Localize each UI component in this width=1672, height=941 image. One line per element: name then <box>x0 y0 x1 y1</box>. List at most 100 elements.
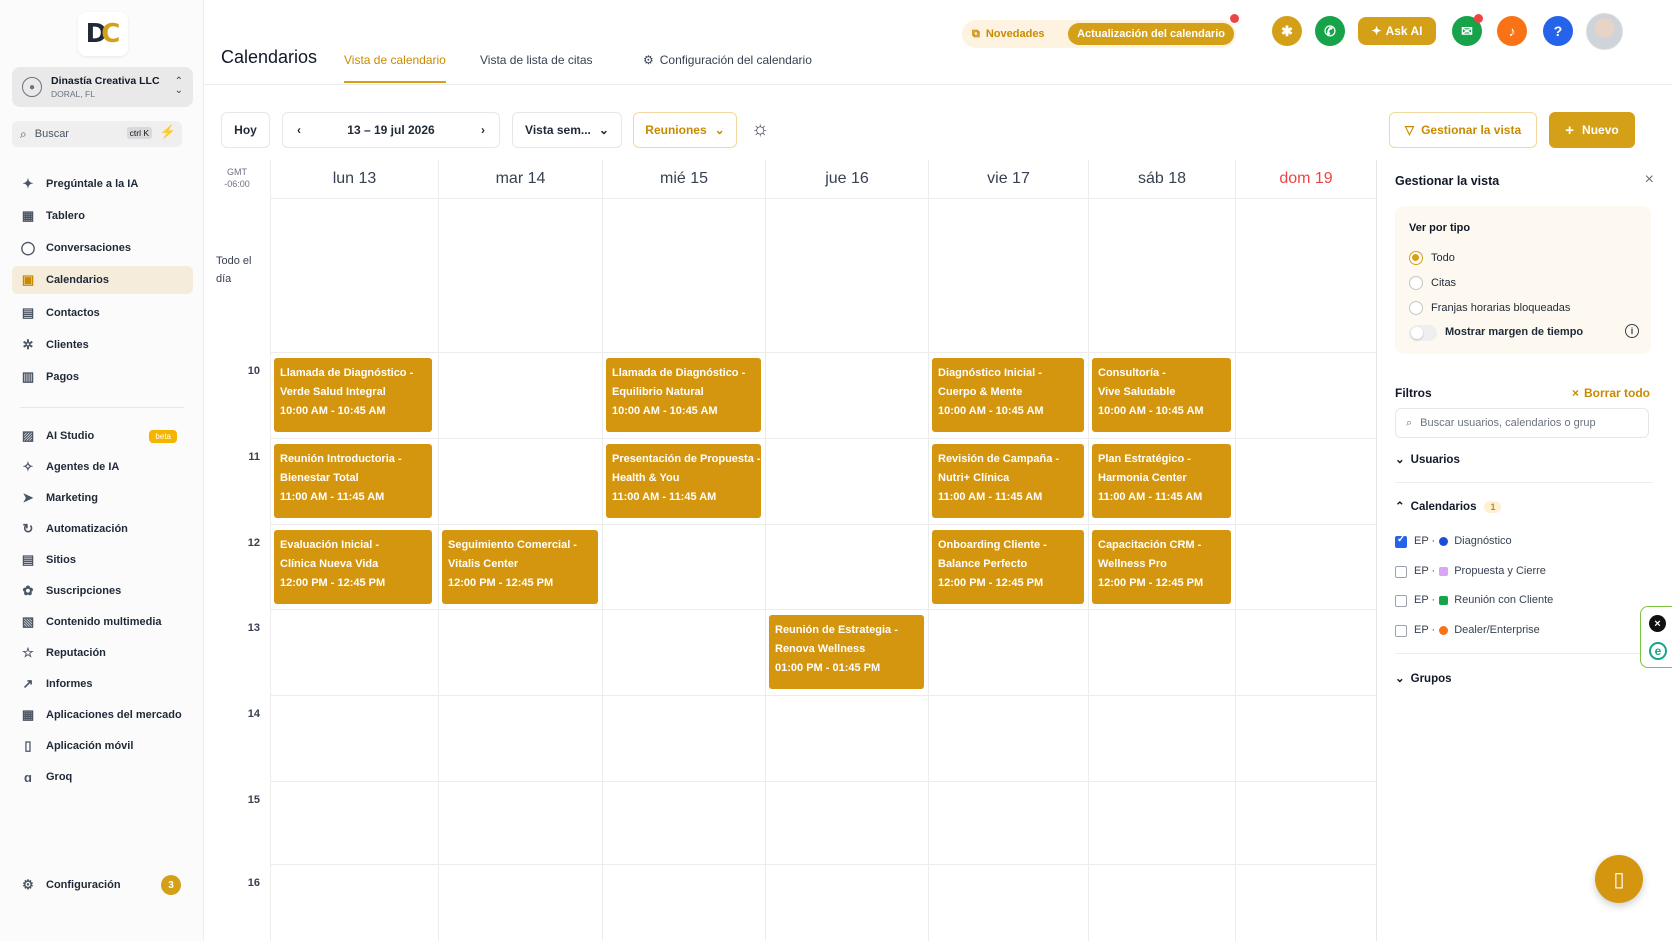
event-line: Vitalis Center <box>448 558 519 570</box>
calendar-event[interactable]: Llamada de Diagnóstico - Verde Salud Inte… <box>274 358 432 432</box>
view-by-type-heading: Ver por tipo <box>1409 222 1471 234</box>
calendar-event[interactable]: Presentación de Propuesta - Health & You 1… <box>606 444 761 518</box>
tab-calendar-settings[interactable]: ⚙ Configuración del calendario <box>643 53 812 83</box>
day-header[interactable]: mié 15 <box>602 160 765 198</box>
calendar-event[interactable]: Evaluación Inicial - Clínica Nueva Vida 12… <box>274 530 432 604</box>
calendar-event[interactable]: Capacitación CRM - Wellness Pro 12:00 PM -… <box>1092 530 1231 604</box>
calendar-checkbox[interactable] <box>1395 595 1407 607</box>
today-button[interactable]: Hoy <box>221 112 270 148</box>
sidebar-item-4[interactable]: ▤ Contactos <box>12 299 193 327</box>
sidebar-item-13[interactable]: ▧ Contenido multimedia <box>12 608 193 636</box>
tab-appointment-list[interactable]: Vista de lista de citas <box>480 53 593 83</box>
calendar-event[interactable]: Consultoría - Vive Saludable 10:00 AM - 10… <box>1092 358 1231 432</box>
bell-icon[interactable]: ♪ <box>1497 16 1527 46</box>
chevron-left-icon[interactable]: ‹ <box>297 123 301 137</box>
day-header[interactable]: sáb 18 <box>1088 160 1235 198</box>
phone-icon[interactable]: ✆ <box>1315 16 1345 46</box>
radio-all[interactable] <box>1409 251 1423 265</box>
account-switcher[interactable]: ● Dinastía Creativa LLC DORAL, FL ⌃ ⌄ <box>12 67 193 107</box>
day-header[interactable]: vie 17 <box>928 160 1088 198</box>
sidebar-item-label: Suscripciones <box>46 585 122 597</box>
new-button[interactable]: + Nuevo <box>1549 112 1635 148</box>
calendar-event[interactable]: Plan Estratégico - Harmonia Center 11:00 A… <box>1092 444 1231 518</box>
sidebar-item-label: Calendarios <box>46 274 109 286</box>
sidebar-item-11[interactable]: ▤ Sitios <box>12 546 193 574</box>
sun-icon[interactable]: ☼ <box>751 118 769 141</box>
bug-icon[interactable]: ✱ <box>1272 16 1302 46</box>
user-avatar[interactable] <box>1586 13 1623 50</box>
show-margin-toggle[interactable] <box>1409 325 1437 341</box>
sidebar-item-settings[interactable]: ⚙ Configuración 3 <box>12 871 193 899</box>
radio-appointments[interactable] <box>1409 276 1423 290</box>
filter-search-input[interactable]: ⌕ Buscar usuarios, calendarios o grup <box>1395 408 1649 438</box>
event-line: Llamada de Diagnóstico - <box>280 367 414 379</box>
day-header[interactable]: dom 19 <box>1235 160 1376 198</box>
chevron-right-icon[interactable]: › <box>481 123 485 137</box>
radio-blocked-slots[interactable] <box>1409 301 1423 315</box>
calendar-checkbox[interactable] <box>1395 566 1407 578</box>
calendar-event[interactable]: Llamada de Diagnóstico - Equilibrio Natur… <box>606 358 761 432</box>
sidebar-item-9[interactable]: ➤ Marketing <box>12 484 193 512</box>
manage-view-label: Gestionar la vista <box>1421 123 1522 137</box>
chevron-down-icon: ⌄ <box>1395 454 1405 466</box>
type-select[interactable]: Reuniones ⌄ <box>633 112 737 148</box>
clear-all-button[interactable]: × Borrar todo <box>1572 386 1650 400</box>
calendar-checkbox[interactable] <box>1395 534 1407 548</box>
sidebar-item-17[interactable]: ▯ Aplicación móvil <box>12 732 193 760</box>
close-icon[interactable]: × <box>1645 171 1654 189</box>
mobile-app-fab[interactable]: ▯ <box>1595 855 1643 903</box>
sidebar-item-2[interactable]: ◯ Conversaciones <box>12 234 193 262</box>
apps-icon: ▦ <box>21 707 35 722</box>
sidebar-item-16[interactable]: ▦ Aplicaciones del mercado <box>12 701 193 729</box>
company-logo[interactable]: DC <box>78 12 128 56</box>
calendar-checkbox[interactable] <box>1395 625 1407 637</box>
sidebar-item-14[interactable]: ☆ Reputación <box>12 639 193 667</box>
calendar-event[interactable]: Diagnóstico Inicial - Cuerpo & Mente 10:00… <box>932 358 1084 432</box>
sidebar-item-7[interactable]: ▨ AI Studio beta <box>12 422 193 450</box>
calendar-filter-item[interactable]: EP · Propuesta y Cierre <box>1414 565 1546 577</box>
sidebar-item-5[interactable]: ✲ Clientes <box>12 331 193 359</box>
news-banner[interactable]: ⧉ Novedades Actualización del calendario <box>962 14 1239 48</box>
calendar-update-button[interactable]: Actualización del calendario <box>1068 23 1234 45</box>
view-select[interactable]: Vista sem... ⌄ <box>512 112 622 148</box>
sidebar-item-6[interactable]: ▥ Pagos <box>12 363 193 391</box>
manage-view-button[interactable]: ▽ Gestionar la vista <box>1389 112 1537 148</box>
sidebar-item-3[interactable]: ▣ Calendarios <box>12 266 193 294</box>
calendar-event[interactable]: Seguimiento Comercial - Vitalis Center 12:… <box>442 530 598 604</box>
event-line: Reunión de Estrategia - <box>775 624 898 636</box>
sidebar-item-12[interactable]: ✿ Suscripciones <box>12 577 193 605</box>
sidebar-item-15[interactable]: ↗ Informes <box>12 670 193 698</box>
day-header[interactable]: mar 14 <box>438 160 602 198</box>
sidebar-item-10[interactable]: ↻ Automatización <box>12 515 193 543</box>
bolt-icon[interactable]: ⚡ <box>160 124 176 140</box>
notification-dot <box>1230 14 1239 23</box>
calendar-event[interactable]: Reunión de Estrategia - Renova Wellness 01… <box>769 615 924 689</box>
event-line: Harmonia Center <box>1098 472 1187 484</box>
widget-e-icon[interactable]: e <box>1649 642 1667 660</box>
day-header[interactable]: jue 16 <box>765 160 928 198</box>
users-section-toggle[interactable]: ⌄ Usuarios <box>1395 452 1460 466</box>
ai-studio-icon: ▨ <box>21 428 35 443</box>
groups-section-toggle[interactable]: ⌄ Grupos <box>1395 671 1452 685</box>
calendar-filter-item[interactable]: EP · Diagnóstico <box>1414 535 1512 547</box>
sidebar-item-0[interactable]: ✦ Pregúntale a la IA <box>12 170 193 198</box>
sidebar-search[interactable]: ⌕ Buscar ctrl K ⚡ <box>12 121 182 147</box>
calendar-filter-item[interactable]: EP · Dealer/Enterprise <box>1414 624 1540 636</box>
close-widget-icon[interactable]: × <box>1649 615 1666 632</box>
calendars-section-toggle[interactable]: ⌃ Calendarios 1 <box>1395 499 1502 513</box>
megaphone-icon[interactable]: ✉ <box>1452 14 1483 46</box>
sidebar-item-8[interactable]: ✧ Agentes de IA <box>12 453 193 481</box>
filters-heading: Filtros <box>1395 386 1432 400</box>
help-button[interactable]: ? <box>1543 16 1573 46</box>
calendar-event[interactable]: Reunión Introductoria - Bienestar Total 11… <box>274 444 432 518</box>
calendar-event[interactable]: Revisión de Campaña - Nutri+ Clínica 11:00… <box>932 444 1084 518</box>
news-icon: ⧉ <box>972 27 980 40</box>
day-header[interactable]: lun 13 <box>270 160 438 198</box>
ask-ai-button[interactable]: ✦ Ask AI <box>1358 17 1436 45</box>
tab-calendar-view[interactable]: Vista de calendario <box>344 53 446 83</box>
sidebar-item-1[interactable]: ▦ Tablero <box>12 202 193 230</box>
info-icon[interactable]: i <box>1625 324 1639 338</box>
calendar-event[interactable]: Onboarding Cliente - Balance Perfecto 12:0… <box>932 530 1084 604</box>
calendar-filter-item[interactable]: EP · Reunión con Cliente <box>1414 594 1553 606</box>
sidebar-item-18[interactable]: ɑ Groq <box>12 763 193 791</box>
